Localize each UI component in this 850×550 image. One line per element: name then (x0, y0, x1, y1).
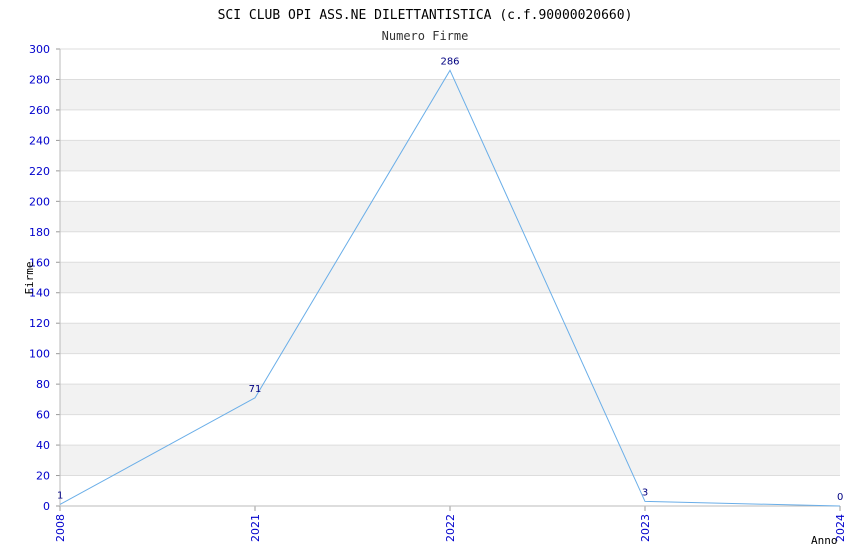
data-label: 3 (642, 487, 648, 498)
y-tick-label: 260 (29, 104, 50, 117)
data-label: 1 (57, 490, 63, 501)
y-tick-label: 0 (43, 500, 50, 513)
data-label: 71 (249, 384, 262, 395)
y-tick-label: 60 (36, 409, 50, 422)
x-axis-label: Anno (811, 534, 838, 547)
data-label: 286 (440, 56, 459, 67)
y-tick-label: 300 (29, 43, 50, 56)
x-tick-label: 2021 (249, 514, 262, 542)
background-bands (60, 79, 840, 476)
grid-band (60, 201, 840, 232)
y-tick-label: 20 (36, 470, 50, 483)
y-tick-label: 240 (29, 134, 50, 147)
data-label: 0 (837, 492, 843, 503)
y-tick-label: 40 (36, 439, 50, 452)
grid-band (60, 79, 840, 110)
y-tick-label: 280 (29, 73, 50, 86)
y-tick-label: 80 (36, 378, 50, 391)
y-tick-label: 180 (29, 226, 50, 239)
x-tick-labels: 2008 2021 2022 2023 2024 (54, 514, 847, 542)
chart-subtitle: Numero Firme (382, 29, 469, 43)
chart-title: SCI CLUB OPI ASS.NE DILETTANTISTICA (c.f… (218, 8, 633, 23)
grid-band (60, 445, 840, 476)
grid-band (60, 140, 840, 171)
grid-band (60, 384, 840, 415)
y-tick-label: 200 (29, 195, 50, 208)
grid-band (60, 262, 840, 293)
y-tick-label: 220 (29, 165, 50, 178)
x-tick-label: 2023 (639, 514, 652, 542)
grid-band (60, 323, 840, 354)
x-tick-label: 2022 (444, 514, 457, 542)
y-axis-label: Firme (23, 261, 36, 294)
x-tick-label: 2008 (54, 514, 67, 542)
y-tick-label: 120 (29, 317, 50, 330)
line-chart: 0204060801001201401601802002202402602803… (23, 8, 847, 547)
y-tick-label: 100 (29, 348, 50, 361)
